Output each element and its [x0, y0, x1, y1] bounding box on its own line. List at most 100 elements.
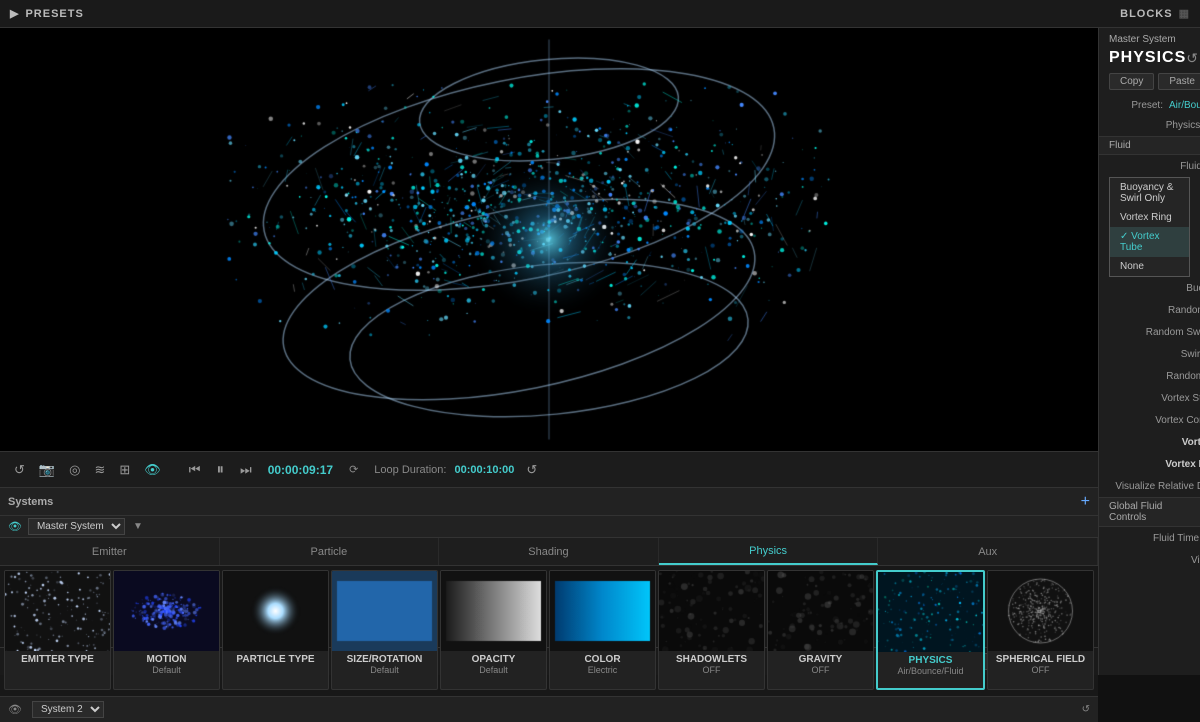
visualize-density-label: Visualize Relative Density:	[1109, 481, 1200, 492]
tab-emitter[interactable]: Emitter	[0, 538, 220, 565]
left-panel: ↺ 📷 ◎ ≋ ⊞ 👁 ⏮ ⏸ ⏭ 00:00:09:17 ⟳ Loop Dur…	[0, 28, 1098, 675]
copy-paste-row: Copy Paste	[1099, 73, 1200, 96]
vortex-core-size-label: Vortex Core Size:	[1109, 415, 1200, 426]
viewport	[0, 28, 1098, 451]
dropdown-item-none[interactable]: None	[1110, 257, 1189, 276]
vortex-rotate-label: Vortex Rotate:	[1109, 459, 1200, 470]
dropdown-item-vortex-tube[interactable]: ✓ Vortex Tube	[1110, 227, 1189, 257]
loop-time: 00:00:10:00	[454, 464, 514, 476]
system-2-row: 👁 System 2 ↺	[0, 696, 1098, 722]
fluid-force-row: Fluid Force: Vortex Tube	[1099, 155, 1200, 177]
eye-toggle[interactable]: 👁	[8, 520, 22, 533]
master-dropdown-arrow[interactable]: ▼	[133, 521, 143, 532]
block-spherical-field[interactable]: SPHERICAL FIELD OFF	[987, 570, 1094, 690]
add-system-btn[interactable]: +	[1081, 493, 1090, 511]
thumb-canvas-gravity	[768, 571, 873, 651]
vortex-strength-label: Vortex Strength:	[1109, 393, 1200, 404]
block-emitter-type[interactable]: EMITTER TYPE	[4, 570, 111, 690]
right-panel: Master System PHYSICS ↺ Copy Paste Prese…	[1098, 28, 1200, 675]
thumb-canvas-shadowlets	[659, 571, 764, 651]
preset-field-label: Preset:	[1109, 100, 1169, 111]
physics-model-label: Physics Model:	[1109, 120, 1200, 131]
tab-shading[interactable]: Shading	[439, 538, 659, 565]
particle-canvas	[0, 28, 1098, 451]
block-gravity[interactable]: GRAVITY OFF	[767, 570, 874, 690]
block-label-shadowlets: SHADOWLETS	[676, 651, 747, 665]
block-size-rotation[interactable]: SIZE/ROTATION Default	[331, 570, 438, 690]
play-btn[interactable]: ⏸	[212, 459, 228, 480]
global-fluid-header: Global Fluid Controls	[1099, 497, 1200, 527]
undo-btn[interactable]: ↺	[10, 460, 29, 480]
presets-label[interactable]: ▶ PRESETS	[10, 7, 84, 20]
thumb-canvas-spherical	[988, 571, 1093, 651]
random-seed-label: Random Seed:	[1109, 371, 1200, 382]
wave-btn[interactable]: ≋	[90, 460, 109, 480]
block-items: EMITTER TYPE MOTION Default PARTICL	[0, 566, 1098, 696]
block-thumb-motion	[114, 571, 219, 651]
copy-button[interactable]: Copy	[1109, 73, 1154, 90]
tab-particle[interactable]: Particle	[220, 538, 440, 565]
block-motion[interactable]: MOTION Default	[113, 570, 220, 690]
block-particle-type[interactable]: PARTICLE TYPE	[222, 570, 329, 690]
block-physics[interactable]: PHYSICS Air/Bounce/Fluid	[876, 570, 985, 690]
reset-physics-btn[interactable]: ↺	[1186, 50, 1198, 67]
block-tabs: Emitter Particle Shading Physics Aux	[0, 538, 1098, 566]
block-label-emitter: EMITTER TYPE	[21, 651, 94, 665]
reset-loop-btn[interactable]: ↺	[522, 460, 541, 480]
dropdown-item-buoyancy[interactable]: Buoyancy & Swirl Only	[1110, 178, 1189, 208]
loop-label: Loop Duration:	[374, 464, 446, 476]
blocks-label[interactable]: BLOCKS ▦	[1120, 7, 1190, 20]
reset-system2-btn[interactable]: ↺	[1082, 704, 1090, 715]
block-shadowlets[interactable]: SHADOWLETS OFF	[658, 570, 765, 690]
block-sublabel-size: Default	[370, 665, 399, 675]
block-thumb-emitter	[5, 571, 110, 651]
vortex-core-size-row: Vortex Core Size: 50%	[1099, 409, 1200, 431]
block-label-physics: PHYSICS	[909, 652, 953, 666]
buoyancy-label: Buoyancy:	[1109, 283, 1200, 294]
block-opacity[interactable]: OPACITY Default	[440, 570, 547, 690]
fluid-time-factor-label: Fluid Time Factor:	[1109, 533, 1200, 544]
block-label-particle: PARTICLE TYPE	[236, 651, 314, 665]
block-label-size: SIZE/ROTATION	[347, 651, 423, 665]
block-sublabel-opacity: Default	[479, 665, 508, 675]
block-thumb-physics	[878, 572, 983, 652]
vortex-strength-row: Vortex Strength: 100	[1099, 387, 1200, 409]
eye-toggle-2[interactable]: 👁	[8, 703, 22, 716]
dropdown-item-vortex-ring[interactable]: Vortex Ring	[1110, 208, 1189, 227]
vortex-tilt-row: Vortex Tilt: 0x+11.0°	[1099, 431, 1200, 453]
block-thumb-color	[550, 571, 655, 651]
camera-btn[interactable]: 📷	[35, 460, 59, 480]
grid-btn[interactable]: ⊞	[115, 460, 134, 480]
vortex-rotate-row: Vortex Rotate: 0x+57.0°	[1099, 453, 1200, 475]
random-swirl-row: Random Swirl: XYZ Linked	[1099, 299, 1200, 321]
eye-btn[interactable]: 👁	[140, 460, 165, 480]
tab-aux[interactable]: Aux	[878, 538, 1098, 565]
thumb-canvas-emitter	[5, 571, 110, 651]
skip-fwd-btn[interactable]: ⏭	[236, 460, 256, 480]
swirl-scale-label: Swirl Scale:	[1109, 349, 1200, 360]
block-thumb-spherical	[988, 571, 1093, 651]
bottom-panel: Systems + 👁 Master System ▼ Emitter Part…	[0, 487, 1098, 647]
block-label-color: COLOR	[584, 651, 620, 665]
system2-select[interactable]: System 2	[32, 701, 104, 718]
random-swirl-xyz-row: Random Swirl XYZ: 40.00	[1099, 321, 1200, 343]
tab-physics[interactable]: Physics	[659, 538, 879, 565]
viscosity-label: Viscosity:	[1109, 555, 1200, 566]
paste-button[interactable]: Paste	[1158, 73, 1200, 90]
physics-title: PHYSICS ↺	[1099, 47, 1200, 73]
block-thumb-particle	[223, 571, 328, 651]
skip-back-btn[interactable]: ⏮	[185, 460, 205, 480]
block-color[interactable]: COLOR Electric	[549, 570, 656, 690]
master-system-select[interactable]: Master System	[28, 518, 125, 535]
buoyancy-row: Buoyancy: 5.00	[1099, 277, 1200, 299]
systems-bar: Systems +	[0, 488, 1098, 516]
transport-bar: ↺ 📷 ◎ ≋ ⊞ 👁 ⏮ ⏸ ⏭ 00:00:09:17 ⟳ Loop Dur…	[0, 451, 1098, 487]
audio-btn[interactable]: ◎	[65, 460, 84, 480]
random-swirl-label: Random Swirl:	[1109, 305, 1200, 316]
viscosity-row: Viscosity: 20	[1099, 549, 1200, 571]
fluid-force-dropdown: Buoyancy & Swirl Only Vortex Ring ✓ Vort…	[1109, 177, 1190, 277]
dropdown-container: Buoyancy & Swirl Only Vortex Ring ✓ Vort…	[1099, 177, 1200, 277]
preset-field-value: Air/Bounce/Fluid	[1169, 100, 1200, 111]
block-sublabel-color: Electric	[588, 665, 618, 675]
block-label-motion: MOTION	[147, 651, 187, 665]
